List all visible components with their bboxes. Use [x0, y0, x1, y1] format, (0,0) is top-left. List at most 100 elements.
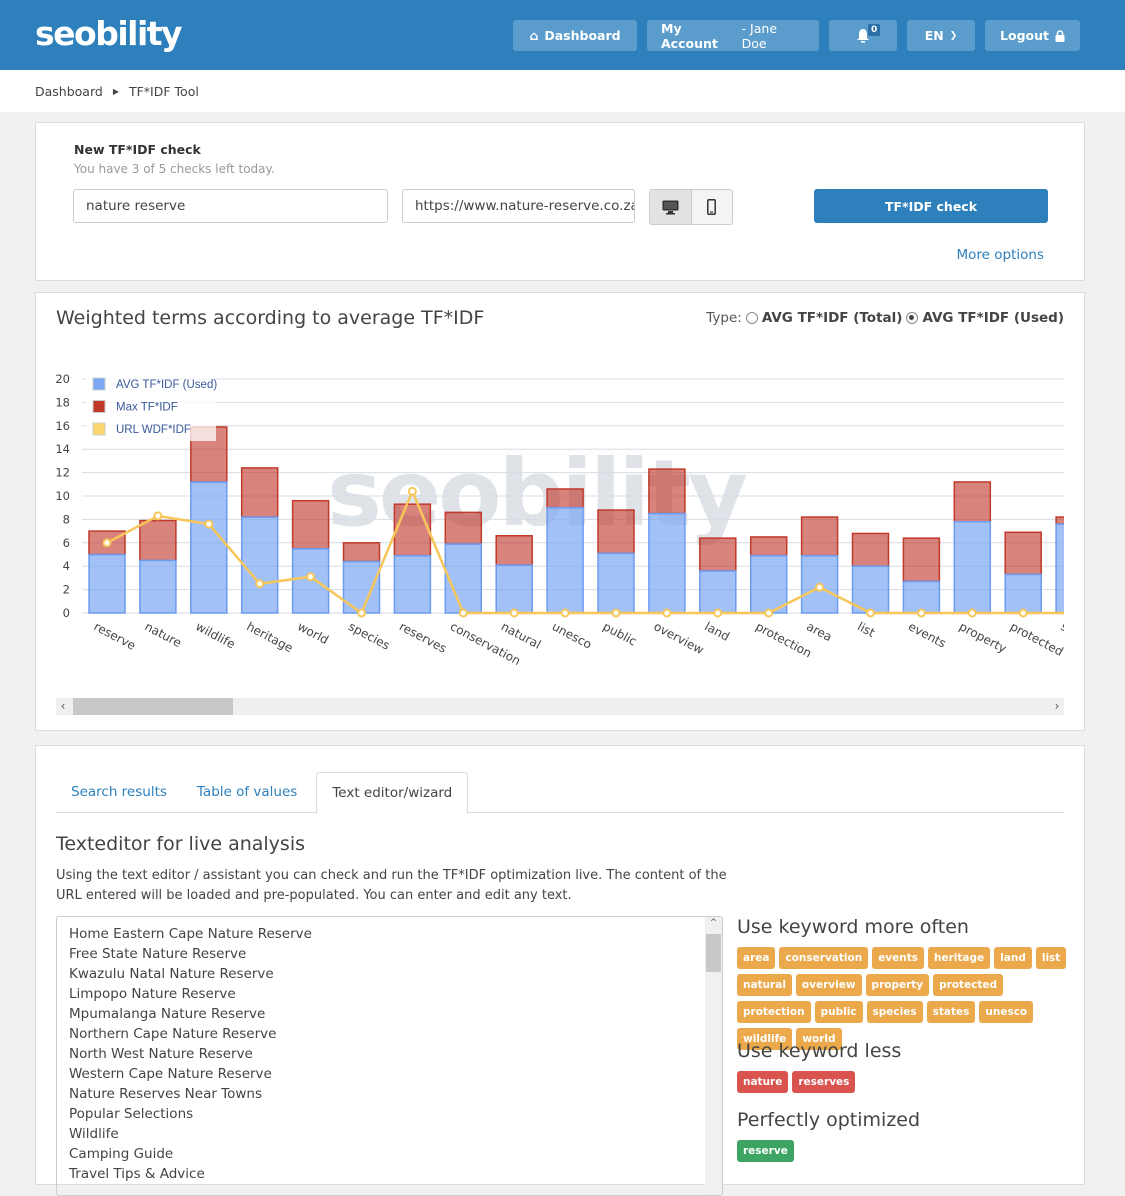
device-toggle — [649, 189, 733, 225]
account-label: My Account — [661, 20, 718, 51]
legend-label: AVG TF*IDF (Used) — [116, 379, 217, 391]
checks-remaining-text: You have 3 of 5 checks left today. — [74, 162, 275, 176]
keyword-tag[interactable]: protected — [933, 974, 1004, 996]
seobility-logo[interactable]: seobility — [35, 14, 183, 53]
url-wdfidf-point — [764, 608, 774, 618]
editor-content[interactable]: Home Eastern Cape Nature Reserve Free Sta… — [57, 917, 722, 1191]
bar-max-tfidf — [444, 511, 483, 545]
x-tick-label: overview — [651, 619, 706, 657]
scroll-up-arrow-icon[interactable]: ^ — [705, 918, 722, 928]
editor-line: Western Cape Nature Reserve — [69, 1066, 272, 1082]
url-wdfidf-point — [916, 608, 926, 618]
tfidf-check-button[interactable]: TF*IDF check — [814, 189, 1048, 223]
keyword-tag[interactable]: list — [1035, 947, 1067, 969]
keyword-tag[interactable]: overview — [795, 974, 862, 996]
home-icon: ⌂ — [529, 28, 539, 43]
breadcrumb-current: TF*IDF Tool — [128, 83, 199, 99]
chart-horizontal-scrollbar[interactable]: ‹ › — [56, 698, 1064, 715]
url-wdfidf-point — [458, 608, 468, 618]
desktop-device-button[interactable] — [650, 190, 692, 224]
keyword-tag[interactable]: public — [814, 1001, 863, 1023]
editor-line: Mpumalanga Nature Reserve — [69, 1006, 266, 1022]
editor-line: Wildlife — [69, 1126, 119, 1142]
my-account-button[interactable]: My Account - Jane Doe — [647, 20, 819, 51]
keyword-tag[interactable]: nature — [737, 1071, 789, 1093]
bar-max-tfidf — [240, 467, 279, 518]
legend-swatch — [92, 377, 106, 391]
more-often-tags: area conservation events heritage land list na… — [737, 947, 1067, 1050]
bar-avg-tfidf — [240, 516, 279, 614]
breadcrumb-dashboard[interactable]: Dashboard — [35, 84, 103, 99]
tab-table-of-values[interactable]: Table of values — [182, 772, 312, 812]
x-tick-label: protected — [1008, 619, 1066, 659]
editor-vertical-scrollbar[interactable]: ^ — [705, 917, 722, 1195]
notification-count-badge: 0 — [868, 24, 881, 36]
text-editor[interactable]: Home Eastern Cape Nature Reserve Free Sta… — [56, 916, 723, 1196]
editor-description: Using the text editor / assistant you ca… — [56, 868, 727, 903]
url-wdfidf-point — [255, 579, 265, 589]
editor-scrollbar-thumb[interactable] — [706, 934, 721, 972]
mobile-device-button[interactable] — [691, 190, 732, 224]
y-tick-label: 10 — [55, 489, 70, 503]
editor-line: Home Eastern Cape Nature Reserve — [69, 926, 312, 942]
keyword-tag[interactable]: reserve — [737, 1140, 794, 1162]
url-input[interactable]: https://www.nature-reserve.co.za — [402, 189, 635, 223]
optimized-heading: Perfectly optimized — [737, 1109, 921, 1131]
y-tick-label: 14 — [55, 442, 70, 456]
url-wdfidf-point — [204, 519, 214, 529]
x-tick-label: unesco — [550, 619, 594, 651]
legend-label: URL WDF*IDF — [116, 424, 191, 436]
bar-max-tfidf — [597, 509, 635, 555]
bar-max-tfidf — [495, 535, 533, 566]
keyword-tag[interactable]: natural — [737, 974, 792, 996]
url-wdfidf-point — [1071, 610, 1078, 617]
mobile-icon — [707, 199, 717, 215]
y-tick-label: 6 — [63, 536, 70, 550]
account-user: - Jane Doe — [741, 20, 778, 51]
dashboard-button[interactable]: ⌂ Dashboard — [513, 20, 637, 51]
bar-avg-tfidf — [495, 564, 533, 614]
keyword-tag[interactable]: property — [865, 974, 930, 996]
x-tick-label: property — [957, 619, 1009, 655]
keyword-tag[interactable]: conservation — [779, 947, 869, 969]
bar-avg-tfidf — [1055, 523, 1064, 614]
keyword-tag[interactable]: heritage — [928, 947, 991, 969]
chevron-down-icon: ❯ — [949, 30, 958, 41]
bar-avg-tfidf — [546, 506, 584, 614]
url-wdfidf-point — [560, 608, 570, 618]
url-wdfidf-point — [153, 511, 163, 521]
keyword-tag[interactable]: area — [737, 947, 776, 969]
keyword-tag[interactable]: unesco — [979, 1001, 1034, 1023]
keyword-tag[interactable]: events — [872, 947, 925, 969]
tab-text-editor[interactable]: Text editor/wizard — [316, 772, 469, 814]
breadcrumb-separator-icon: ▶ — [112, 86, 119, 96]
url-wdfidf-point — [1018, 608, 1028, 618]
url-wdfidf-point — [407, 486, 417, 496]
bar-avg-tfidf — [1004, 573, 1042, 614]
keyword-input[interactable]: nature reserve — [73, 189, 388, 223]
scrollbar-thumb[interactable] — [73, 698, 233, 715]
language-label: EN — [924, 28, 944, 43]
bar-avg-tfidf — [902, 580, 941, 614]
y-tick-label: 2 — [63, 583, 70, 597]
less-tags: nature reserves — [737, 1071, 1067, 1093]
keyword-tag[interactable]: species — [866, 1001, 923, 1023]
keyword-tag[interactable]: land — [994, 947, 1032, 969]
bar-avg-tfidf — [699, 570, 737, 614]
logout-button[interactable]: Logout — [985, 20, 1080, 51]
more-options-link[interactable]: More options — [957, 247, 1044, 263]
keywords-optimized-section: Perfectly optimized reserve — [737, 1109, 1067, 1162]
scroll-left-arrow-icon[interactable]: ‹ — [56, 698, 70, 715]
bar-avg-tfidf — [648, 512, 686, 614]
keyword-tag[interactable]: protection — [737, 1001, 811, 1023]
language-dropdown[interactable]: EN ❯ — [907, 20, 975, 51]
keyword-tag[interactable]: reserves — [792, 1071, 856, 1093]
keyword-tag[interactable]: states — [926, 1001, 976, 1023]
scroll-right-arrow-icon[interactable]: › — [1050, 698, 1064, 715]
x-tick-label: reserve — [92, 619, 138, 653]
x-tick-label: events — [906, 619, 948, 650]
x-tick-label: world — [295, 619, 331, 647]
notifications-button[interactable]: 0 — [829, 20, 897, 51]
bar-max-tfidf — [648, 468, 686, 515]
tab-search-results[interactable]: Search results — [56, 772, 182, 812]
